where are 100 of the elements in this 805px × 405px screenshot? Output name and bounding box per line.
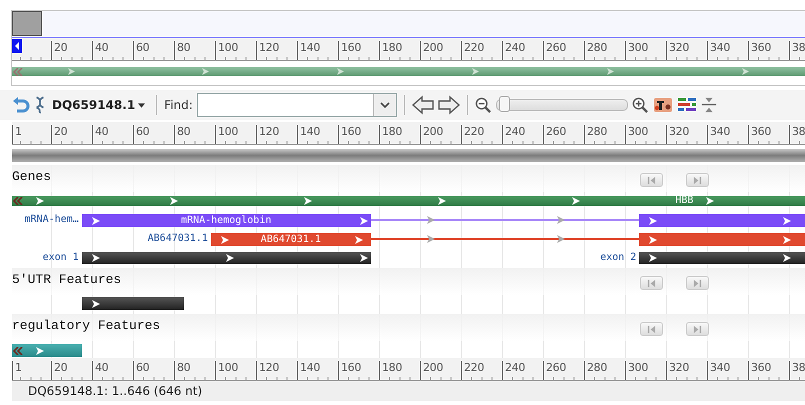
ruler-label: 100 bbox=[214, 361, 238, 380]
ruler-label: 120 bbox=[256, 125, 280, 144]
ruler-label: 360 bbox=[748, 125, 772, 144]
ruler-label: 60 bbox=[132, 361, 150, 380]
ruler-label: 180 bbox=[378, 41, 402, 60]
ruler-label: 100 bbox=[214, 125, 238, 144]
ruler-label: 200 bbox=[420, 361, 444, 380]
ruler-label: 340 bbox=[706, 125, 730, 144]
feature-bar[interactable]: mRNA-hemoglobin bbox=[82, 214, 371, 227]
ruler-label: 120 bbox=[256, 361, 280, 380]
next-feature-button[interactable] bbox=[686, 173, 709, 187]
skip-forward-icon[interactable] bbox=[693, 176, 702, 184]
sequence-dropdown[interactable]: DQ659148.1 bbox=[50, 98, 150, 112]
ruler-label: 240 bbox=[502, 41, 526, 60]
ruler-label: 1 bbox=[12, 125, 22, 144]
strand-arrow-icon bbox=[202, 68, 209, 74]
previous-feature-button[interactable] bbox=[640, 173, 663, 187]
feature-bar[interactable]: HBB bbox=[12, 196, 805, 206]
feature-bar[interactable] bbox=[82, 252, 371, 264]
ruler-label: 100 bbox=[214, 41, 238, 60]
ruler-label: 120 bbox=[256, 41, 280, 60]
ruler-label: 360 bbox=[748, 361, 772, 380]
left-marker-icon[interactable] bbox=[12, 39, 22, 53]
ruler-label: 280 bbox=[584, 361, 608, 380]
tracks-icon[interactable] bbox=[676, 97, 697, 113]
feature-label: exon 1 bbox=[42, 252, 79, 263]
next-feature-button[interactable] bbox=[686, 322, 709, 336]
left-arrow-icon[interactable] bbox=[412, 95, 434, 115]
ruler-label: 280 bbox=[584, 41, 608, 60]
ruler-label: 60 bbox=[132, 125, 150, 144]
strand-arrow-icon bbox=[472, 68, 479, 74]
feature-bar[interactable] bbox=[82, 297, 184, 310]
zoom-out-icon[interactable] bbox=[474, 96, 492, 114]
ruler-label: 180 bbox=[378, 125, 402, 144]
ruler-label: 280 bbox=[584, 125, 608, 144]
undo-icon[interactable] bbox=[12, 96, 30, 114]
next-feature-button[interactable] bbox=[686, 276, 709, 290]
ruler-label: 200 bbox=[420, 125, 444, 144]
caret-icon[interactable] bbox=[138, 102, 146, 108]
ruler-label: 260 bbox=[542, 125, 566, 144]
strand-arrow-icon bbox=[607, 68, 614, 74]
ruler-label: 140 bbox=[296, 125, 320, 144]
ruler-label: 20 bbox=[50, 125, 68, 144]
track-title: 5'UTR Features bbox=[12, 272, 122, 287]
ruler-label: 38 bbox=[788, 41, 805, 60]
chevron-down-icon[interactable] bbox=[380, 102, 390, 108]
ruler-label: 140 bbox=[296, 41, 320, 60]
ruler-label: 300 bbox=[624, 361, 648, 380]
feature-bar[interactable] bbox=[639, 252, 805, 264]
ruler-label: 40 bbox=[92, 41, 108, 60]
ruler-label: 320 bbox=[666, 125, 690, 144]
previous-feature-button[interactable] bbox=[640, 276, 663, 290]
zoom-in-icon[interactable] bbox=[632, 96, 649, 114]
status-bar: DQ659148.1: 1..646 (646 nt) bbox=[12, 381, 805, 401]
ruler-label: 340 bbox=[706, 361, 730, 380]
ruler-label: 160 bbox=[338, 361, 362, 380]
ruler-label: 38 bbox=[788, 361, 805, 380]
skip-forward-icon[interactable] bbox=[693, 324, 702, 334]
right-arrow-icon[interactable] bbox=[438, 95, 460, 115]
ruler-label: 40 bbox=[92, 125, 108, 144]
ruler-label: 260 bbox=[542, 361, 566, 380]
sequence-letters-icon[interactable] bbox=[652, 96, 673, 114]
ruler-label: 20 bbox=[50, 361, 68, 380]
ruler-label: 300 bbox=[624, 125, 648, 144]
helix-icon[interactable] bbox=[34, 96, 46, 114]
track-title: regulatory Features bbox=[12, 318, 160, 333]
ruler-label: 220 bbox=[460, 41, 484, 60]
zoom-slider[interactable] bbox=[496, 99, 628, 111]
find-field[interactable] bbox=[196, 93, 397, 117]
ruler-label: 40 bbox=[92, 361, 108, 380]
feature-bar[interactable] bbox=[12, 344, 82, 357]
ruler-label: 220 bbox=[460, 361, 484, 380]
skip-back-icon[interactable] bbox=[647, 324, 656, 334]
collapse-icon[interactable] bbox=[700, 97, 717, 113]
overview-thumb[interactable] bbox=[12, 11, 42, 36]
ruler-label: 160 bbox=[338, 41, 362, 60]
ruler-label: 160 bbox=[338, 125, 362, 144]
feature-bar[interactable]: AB647031.1 bbox=[210, 233, 371, 246]
ruler-label: 260 bbox=[542, 41, 566, 60]
skip-forward-icon[interactable] bbox=[693, 278, 702, 288]
find-label: Find: bbox=[164, 98, 193, 112]
ruler-label: 320 bbox=[666, 41, 690, 60]
ruler-label: 340 bbox=[706, 41, 730, 60]
ruler-label: 200 bbox=[420, 41, 444, 60]
skip-back-icon[interactable] bbox=[647, 176, 656, 184]
ruler-label: 140 bbox=[296, 361, 320, 380]
ruler-label: 300 bbox=[624, 41, 648, 60]
ruler-label: 220 bbox=[460, 125, 484, 144]
ruler-label: 80 bbox=[174, 125, 190, 144]
feature-label: mRNA-hem… bbox=[24, 214, 79, 225]
ruler-label: 20 bbox=[50, 41, 68, 60]
skip-back-icon[interactable] bbox=[647, 278, 656, 288]
ruler-label: 60 bbox=[132, 41, 150, 60]
ruler-label: 1 bbox=[12, 361, 22, 380]
ruler-label: 180 bbox=[378, 361, 402, 380]
ruler-label: 320 bbox=[666, 361, 690, 380]
strand-arrow-icon bbox=[742, 68, 749, 74]
feature-label: AB647031.1 bbox=[148, 233, 208, 244]
ruler-label: 38 bbox=[788, 125, 805, 144]
previous-feature-button[interactable] bbox=[640, 322, 663, 336]
